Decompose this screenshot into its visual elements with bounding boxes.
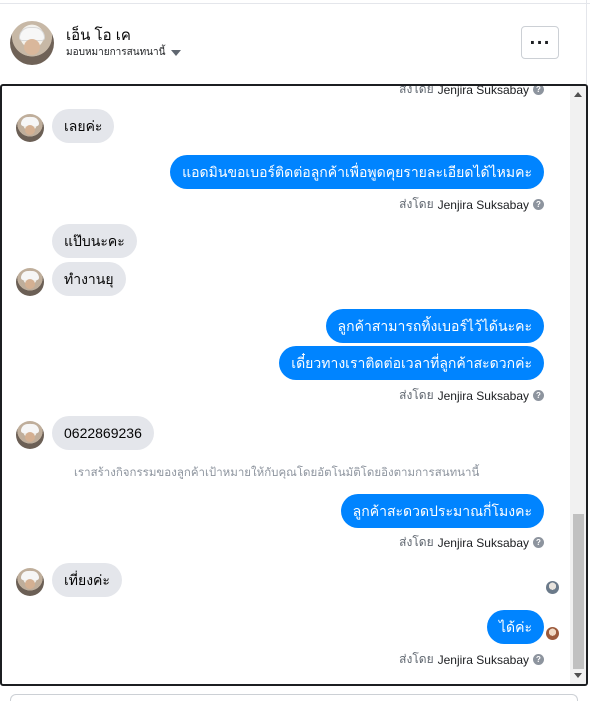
question-circle-icon[interactable]: ? — [533, 199, 544, 210]
system-note: เราสร้างกิจกรรมของลูกค้าเป้าหมายให้กับคุ… — [74, 467, 480, 479]
message-thread[interactable]: ส่งโดย Jenjira Suksabay ? เลยค่ะ แอดมินข… — [0, 84, 588, 686]
incoming-message[interactable]: 0622869236 — [52, 416, 154, 450]
sent-by-label: ส่งโดย Jenjira Suksabay ? — [399, 195, 544, 214]
scrollbar-thumb[interactable] — [573, 514, 584, 669]
outgoing-message[interactable]: ได้ค่ะ — [486, 610, 544, 644]
more-horizontal-icon: ··· — [529, 33, 551, 52]
contact-avatar-small[interactable] — [16, 268, 44, 296]
incoming-message[interactable]: แป๊บนะคะ — [52, 224, 137, 258]
incoming-message[interactable]: ทำงานยุ — [52, 262, 126, 296]
more-options-button[interactable]: ··· — [521, 26, 559, 59]
top-divider — [0, 0, 590, 4]
scroll-up-icon[interactable] — [574, 92, 582, 97]
message-composer[interactable] — [10, 694, 578, 701]
contact-avatar-small[interactable] — [16, 568, 44, 596]
scrollbar[interactable] — [570, 86, 586, 684]
contact-avatar-small[interactable] — [16, 114, 44, 142]
outgoing-message[interactable]: ลูกค้าสะดวดประมาณกี่โมงคะ — [340, 494, 544, 528]
contact-avatar-small[interactable] — [16, 421, 44, 449]
incoming-message[interactable]: เลยค่ะ — [52, 109, 115, 143]
sent-by-label: ส่งโดย Jenjira Suksabay ? — [399, 533, 544, 552]
caret-down-icon — [171, 49, 182, 56]
seen-avatar-icon — [546, 627, 559, 640]
seen-avatar-icon — [546, 581, 559, 594]
sent-by-label: ส่งโดย Jenjira Suksabay ? — [399, 86, 544, 99]
question-circle-icon[interactable]: ? — [533, 537, 544, 548]
outgoing-message[interactable]: เดี๋ยวทางเราติดต่อเวลาที่ลูกค้าสะดวกค่ะ — [279, 346, 544, 380]
question-circle-icon[interactable]: ? — [533, 390, 544, 401]
incoming-message[interactable]: เที่ยงค่ะ — [52, 563, 122, 597]
conversation-header: เอ็น โอ เค มอบหมายการสนทนานี้ ··· — [0, 5, 586, 85]
assign-conversation-dropdown[interactable]: มอบหมายการสนทนานี้ — [66, 45, 182, 60]
outgoing-message[interactable]: ลูกค้าสามารถทิ้งเบอร์ไว้ได้นะคะ — [325, 309, 544, 343]
question-circle-icon[interactable]: ? — [533, 86, 544, 95]
panel-edge — [586, 0, 587, 84]
sent-by-label: ส่งโดย Jenjira Suksabay ? — [399, 650, 544, 669]
sent-by-label: ส่งโดย Jenjira Suksabay ? — [399, 386, 544, 405]
contact-name[interactable]: เอ็น โอ เค — [66, 23, 131, 47]
scroll-down-icon[interactable] — [574, 673, 582, 678]
contact-avatar[interactable] — [10, 21, 54, 65]
question-circle-icon[interactable]: ? — [533, 654, 544, 665]
outgoing-message[interactable]: แอดมินขอเบอร์ติดต่อลูกค้าเพื่อพูดคุยรายล… — [170, 155, 544, 189]
assign-label: มอบหมายการสนทนานี้ — [66, 47, 166, 58]
